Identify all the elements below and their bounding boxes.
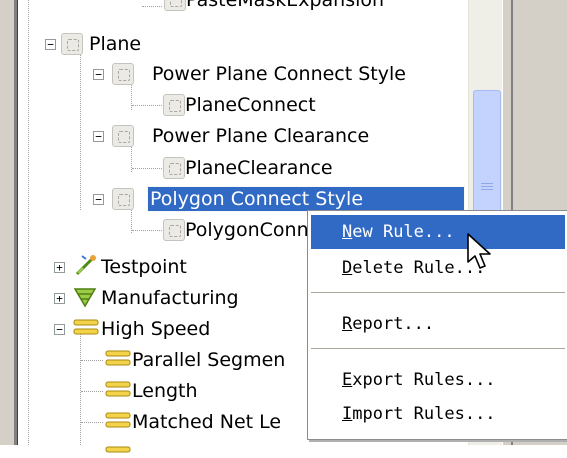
menu-item-export-rules[interactable]: Export Rules...: [311, 363, 565, 397]
rule-type-icon: [112, 188, 134, 210]
tree-item-label: Parallel Segmen: [132, 349, 286, 371]
tree-item-label: Power Plane Clearance: [152, 125, 370, 147]
menu-item-report[interactable]: Report...: [311, 307, 565, 341]
tree-item-label: Matched Net Le: [132, 411, 282, 433]
collapse-toggle[interactable]: −: [93, 69, 104, 80]
menu-item-label: mport Rules...: [352, 404, 496, 424]
high-speed-icon: [72, 316, 100, 345]
accelerator-key: I: [342, 404, 353, 424]
manufacturing-icon: [73, 285, 97, 314]
rule-type-icon: [112, 125, 134, 147]
collapse-toggle[interactable]: −: [93, 131, 104, 142]
tree-item-polygon-connect-style[interactable]: − Polygon Connect Style: [18, 185, 465, 213]
collapse-toggle[interactable]: −: [45, 39, 56, 50]
tree-item-label: Testpoint: [101, 256, 187, 278]
high-speed-rule-icon: [104, 347, 132, 376]
scroll-grip: [481, 186, 493, 187]
high-speed-rule-icon: [104, 378, 132, 407]
high-speed-rule-icon: [104, 409, 132, 438]
tree-item-label: High Speed: [101, 318, 211, 340]
tree-item-label: Length: [132, 380, 198, 402]
rule-type-icon: [112, 63, 134, 85]
tree-item-label: Power Plane Connect Style: [152, 63, 406, 85]
collapse-toggle[interactable]: −: [93, 194, 104, 205]
menu-separator: [311, 292, 565, 293]
menu-item-import-rules[interactable]: Import Rules...: [311, 397, 565, 431]
tree-item-label-selected: Polygon Connect Style: [147, 186, 465, 212]
menu-item-delete-rule[interactable]: Delete Rule...: [311, 251, 565, 285]
tree-item-planeconnect[interactable]: PlaneConnect: [18, 91, 458, 119]
accelerator-key: R: [342, 314, 353, 334]
menu-separator: [311, 348, 565, 349]
left-panel-frame: [0, 0, 14, 445]
tree-item-plane[interactable]: − Plane: [18, 30, 458, 58]
context-menu: New Rule... Delete Rule... Report... Exp…: [307, 210, 567, 440]
rule-category-icon: [61, 33, 83, 55]
menu-item-label: xport Rules...: [352, 370, 496, 390]
testpoint-icon: [74, 253, 98, 282]
expand-toggle[interactable]: +: [54, 293, 65, 304]
tree-item-label: PlaneConnect: [185, 94, 316, 116]
tree-item-pastemaskexpansion[interactable]: PasteMaskExpansion: [18, 0, 458, 14]
accelerator-key: N: [342, 222, 353, 242]
accelerator-key: E: [342, 370, 353, 390]
tree-item-label: PlaneClearance: [185, 157, 333, 179]
tree-item-label: PasteMaskExpansion: [186, 0, 385, 11]
tree-item-planeclearance[interactable]: PlaneClearance: [18, 154, 458, 182]
scroll-grip: [481, 189, 493, 190]
tree-item-power-plane-clearance[interactable]: − Power Plane Clearance: [18, 122, 458, 150]
collapse-toggle[interactable]: −: [54, 324, 65, 335]
rule-icon: [163, 219, 185, 241]
rule-icon: [164, 0, 186, 11]
tree-item-label: Plane: [89, 33, 142, 55]
expand-toggle[interactable]: +: [54, 262, 65, 273]
menu-item-new-rule[interactable]: New Rule...: [311, 215, 565, 249]
mouse-cursor-icon: [466, 232, 496, 277]
scroll-grip: [481, 183, 493, 184]
tree-item-label: Manufacturing: [101, 287, 239, 309]
high-speed-rule-icon: [104, 436, 132, 458]
menu-item-label: eport...: [352, 314, 435, 334]
accelerator-key: D: [342, 258, 353, 278]
tree-item-power-plane-connect-style[interactable]: − Power Plane Connect Style: [18, 60, 458, 88]
menu-item-label: ew Rule...: [352, 222, 455, 242]
rule-icon: [163, 94, 185, 116]
tree-item-label: PolygonConn: [185, 219, 309, 241]
rule-icon: [163, 157, 185, 179]
